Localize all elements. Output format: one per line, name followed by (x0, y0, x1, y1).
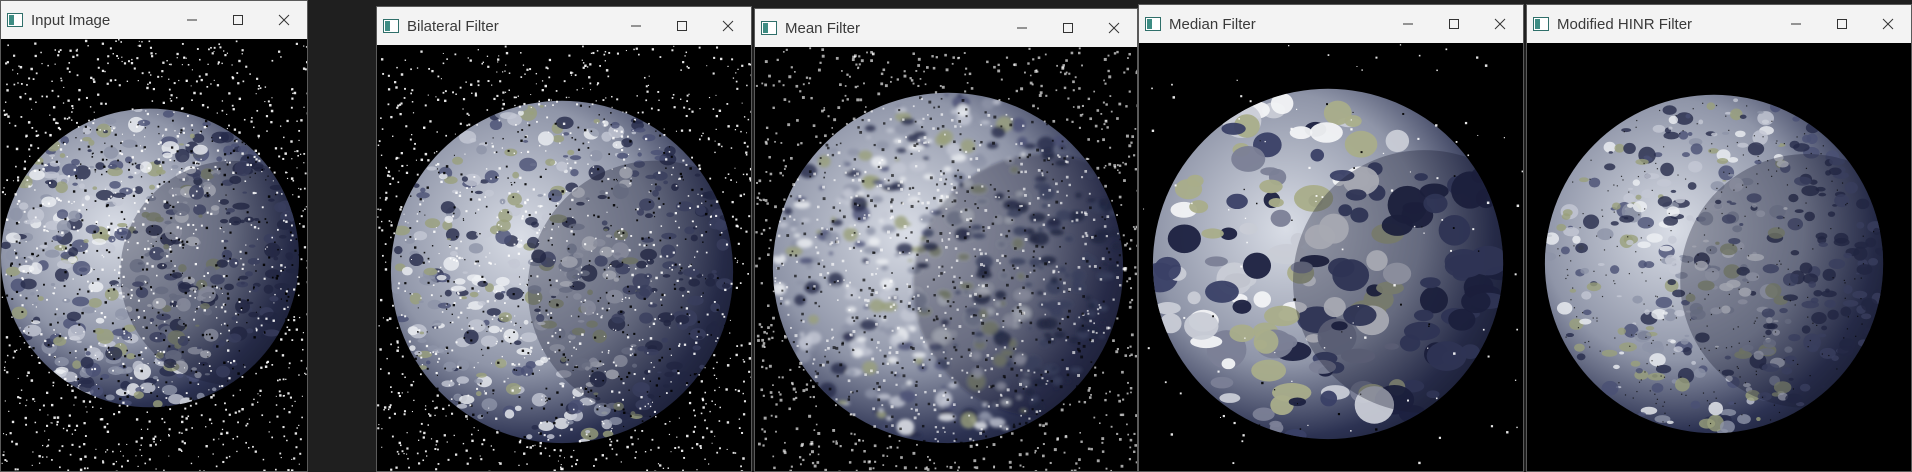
image-view-bilateral (377, 45, 751, 471)
window-title: Input Image (31, 11, 111, 29)
opencv-window-icon (383, 19, 399, 33)
image-view-mean (755, 47, 1137, 471)
image-view-input (1, 39, 307, 471)
window-modified-hinr-filter[interactable]: Modified HINR Filter (1526, 4, 1912, 472)
window-title: Modified HINR Filter (1557, 15, 1693, 33)
window-median-filter[interactable]: Median Filter (1138, 4, 1524, 472)
minimize-icon[interactable] (999, 9, 1045, 47)
minimize-icon[interactable] (1773, 5, 1819, 43)
titlebar[interactable]: Input Image (1, 1, 307, 39)
opencv-window-icon (761, 21, 777, 35)
window-title: Median Filter (1169, 15, 1256, 33)
window-title: Mean Filter (785, 19, 861, 37)
opencv-window-icon (1145, 17, 1161, 31)
earth-image (1527, 43, 1911, 471)
window-mean-filter[interactable]: Mean Filter (754, 8, 1138, 472)
desktop: Input Image Bilateral Filter Mean Filter… (0, 0, 1912, 472)
maximize-icon[interactable] (1045, 9, 1091, 47)
earth-image (755, 47, 1137, 471)
close-icon[interactable] (705, 7, 751, 45)
close-icon[interactable] (1091, 9, 1137, 47)
maximize-icon[interactable] (215, 1, 261, 39)
maximize-icon[interactable] (659, 7, 705, 45)
earth-image (377, 45, 751, 471)
image-view-median (1139, 43, 1523, 471)
image-view-hinr (1527, 43, 1911, 471)
close-icon[interactable] (1865, 5, 1911, 43)
window-bilateral-filter[interactable]: Bilateral Filter (376, 6, 752, 472)
minimize-icon[interactable] (1385, 5, 1431, 43)
close-icon[interactable] (1477, 5, 1523, 43)
titlebar[interactable]: Bilateral Filter (377, 7, 751, 45)
close-icon[interactable] (261, 1, 307, 39)
opencv-window-icon (1533, 17, 1549, 31)
titlebar[interactable]: Mean Filter (755, 9, 1137, 47)
window-input-image[interactable]: Input Image (0, 0, 308, 472)
window-title: Bilateral Filter (407, 17, 499, 35)
maximize-icon[interactable] (1819, 5, 1865, 43)
titlebar[interactable]: Median Filter (1139, 5, 1523, 43)
opencv-window-icon (7, 13, 23, 27)
earth-image (1139, 43, 1523, 471)
earth-image (1, 39, 307, 471)
titlebar[interactable]: Modified HINR Filter (1527, 5, 1911, 43)
minimize-icon[interactable] (169, 1, 215, 39)
maximize-icon[interactable] (1431, 5, 1477, 43)
minimize-icon[interactable] (613, 7, 659, 45)
